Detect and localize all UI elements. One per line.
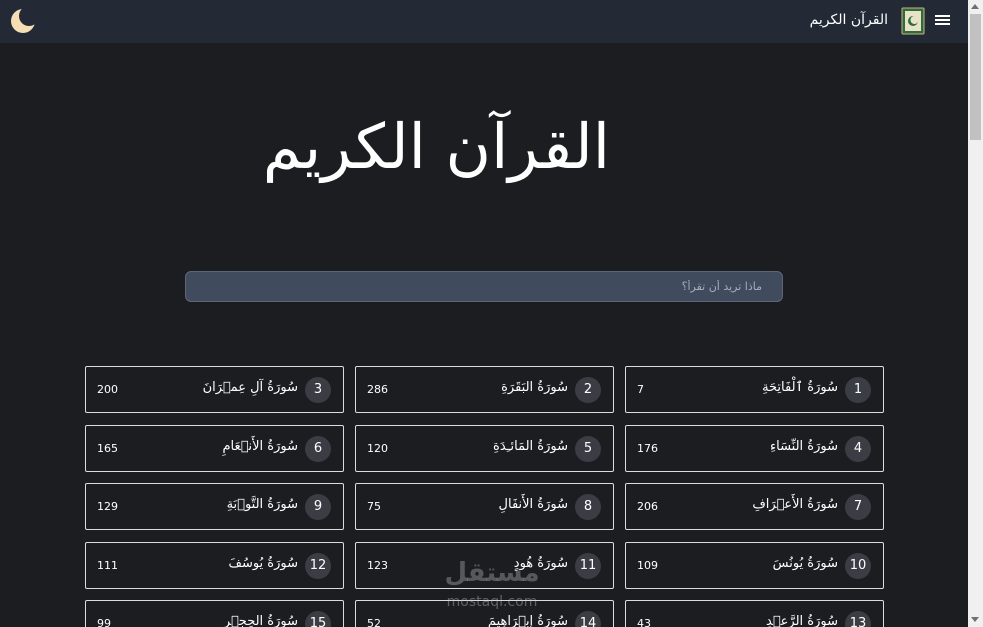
surah-name: سُورَةُ يُونُسَ xyxy=(772,556,838,571)
surah-number-badge: 1 xyxy=(845,377,871,403)
surah-name: سُورَةُ المَائـِدَةِ xyxy=(493,439,568,454)
surah-name: سُورَةُ التَّوۡبَةِ xyxy=(226,497,298,512)
surah-card[interactable]: 1 سُورَةُ ٱلْفَاتِحَةِ 7 xyxy=(625,366,884,413)
ayah-count: 176 xyxy=(637,442,658,455)
surah-number-badge: 7 xyxy=(845,494,871,520)
search-input[interactable] xyxy=(185,271,783,302)
ayah-count: 206 xyxy=(637,500,658,513)
ayah-count: 7 xyxy=(637,383,644,396)
surah-name: سُورَةُ البَقَرَةِ xyxy=(501,380,568,395)
surah-card[interactable]: 11 سُورَةُ هُودٍ 123 xyxy=(355,542,614,589)
calligraphy-text: القرآن الكريم xyxy=(262,110,610,183)
ayah-count: 99 xyxy=(97,617,111,627)
surah-card[interactable]: 15 سُورَةُ الحِجۡرِ 99 xyxy=(85,600,344,627)
surah-card[interactable]: 4 سُورَةُ النِّسَاءِ 176 xyxy=(625,425,884,472)
surah-name: سُورَةُ إِبۡرَاهِيمَ xyxy=(487,614,568,627)
surah-name: سُورَةُ يُوسُفَ xyxy=(228,556,298,571)
surah-card[interactable]: 6 سُورَةُ الأَنۡعَامِ 165 xyxy=(85,425,344,472)
ayah-count: 286 xyxy=(367,383,388,396)
ayah-count: 52 xyxy=(367,617,381,627)
ayah-count: 111 xyxy=(97,559,118,572)
surah-number-badge: 11 xyxy=(575,553,601,579)
surah-name: سُورَةُ الأَنۡعَامِ xyxy=(222,439,298,454)
scrollbar[interactable] xyxy=(968,0,983,627)
surah-number-badge: 15 xyxy=(305,611,331,627)
surah-name: سُورَةُ الرَّعۡدِ xyxy=(766,614,838,627)
scroll-down-arrow-icon[interactable] xyxy=(971,617,979,622)
surah-name: سُورَةُ الأَعۡرَافِ xyxy=(752,497,838,512)
surah-name: سُورَةُ الأَنفَالِ xyxy=(498,497,568,512)
scroll-up-arrow-icon[interactable] xyxy=(971,4,979,9)
ayah-count: 43 xyxy=(637,617,651,627)
ayah-count: 129 xyxy=(97,500,118,513)
ayah-count: 75 xyxy=(367,500,381,513)
ayah-count: 109 xyxy=(637,559,658,572)
surah-number-badge: 10 xyxy=(845,553,871,579)
surah-number-badge: 8 xyxy=(575,494,601,520)
surah-card[interactable]: 5 سُورَةُ المَائـِدَةِ 120 xyxy=(355,425,614,472)
surah-card[interactable]: 8 سُورَةُ الأَنفَالِ 75 xyxy=(355,483,614,530)
top-navbar: القرآن الكريم xyxy=(0,0,968,43)
surah-card[interactable]: 10 سُورَةُ يُونُسَ 109 xyxy=(625,542,884,589)
surah-number-badge: 12 xyxy=(305,553,331,579)
surah-card[interactable]: 3 سُورَةُ آلِ عِمۡرَانَ 200 xyxy=(85,366,344,413)
quran-book-icon[interactable] xyxy=(901,7,925,35)
hamburger-menu-icon[interactable] xyxy=(935,15,950,27)
moon-icon[interactable] xyxy=(10,8,36,34)
ayah-count: 123 xyxy=(367,559,388,572)
surah-number-badge: 2 xyxy=(575,377,601,403)
surah-card[interactable]: 14 سُورَةُ إِبۡرَاهِيمَ 52 xyxy=(355,600,614,627)
surah-name: سُورَةُ هُودٍ xyxy=(513,556,568,571)
surah-name: سُورَةُ الحِجۡرِ xyxy=(223,614,298,627)
surah-number-badge: 4 xyxy=(845,436,871,462)
ayah-count: 165 xyxy=(97,442,118,455)
quran-calligraphy-logo: القرآن الكريم xyxy=(262,72,610,222)
surah-number-badge: 13 xyxy=(845,611,871,627)
surah-card[interactable]: 2 سُورَةُ البَقَرَةِ 286 xyxy=(355,366,614,413)
surah-number-badge: 3 xyxy=(305,377,331,403)
surah-name: سُورَةُ آلِ عِمۡرَانَ xyxy=(202,380,298,395)
surah-number-badge: 5 xyxy=(575,436,601,462)
surah-number-badge: 6 xyxy=(305,436,331,462)
ayah-count: 120 xyxy=(367,442,388,455)
site-title[interactable]: القرآن الكريم xyxy=(810,12,888,28)
surah-name: سُورَةُ ٱلْفَاتِحَةِ xyxy=(762,380,838,395)
scroll-thumb[interactable] xyxy=(970,14,981,140)
surah-card[interactable]: 9 سُورَةُ التَّوۡبَةِ 129 xyxy=(85,483,344,530)
surah-number-badge: 9 xyxy=(305,494,331,520)
surah-name: سُورَةُ النِّسَاءِ xyxy=(770,439,838,454)
ayah-count: 200 xyxy=(97,383,118,396)
surah-card[interactable]: 12 سُورَةُ يُوسُفَ 111 xyxy=(85,542,344,589)
surah-card[interactable]: 13 سُورَةُ الرَّعۡدِ 43 xyxy=(625,600,884,627)
surah-card[interactable]: 7 سُورَةُ الأَعۡرَافِ 206 xyxy=(625,483,884,530)
surah-number-badge: 14 xyxy=(575,611,601,627)
